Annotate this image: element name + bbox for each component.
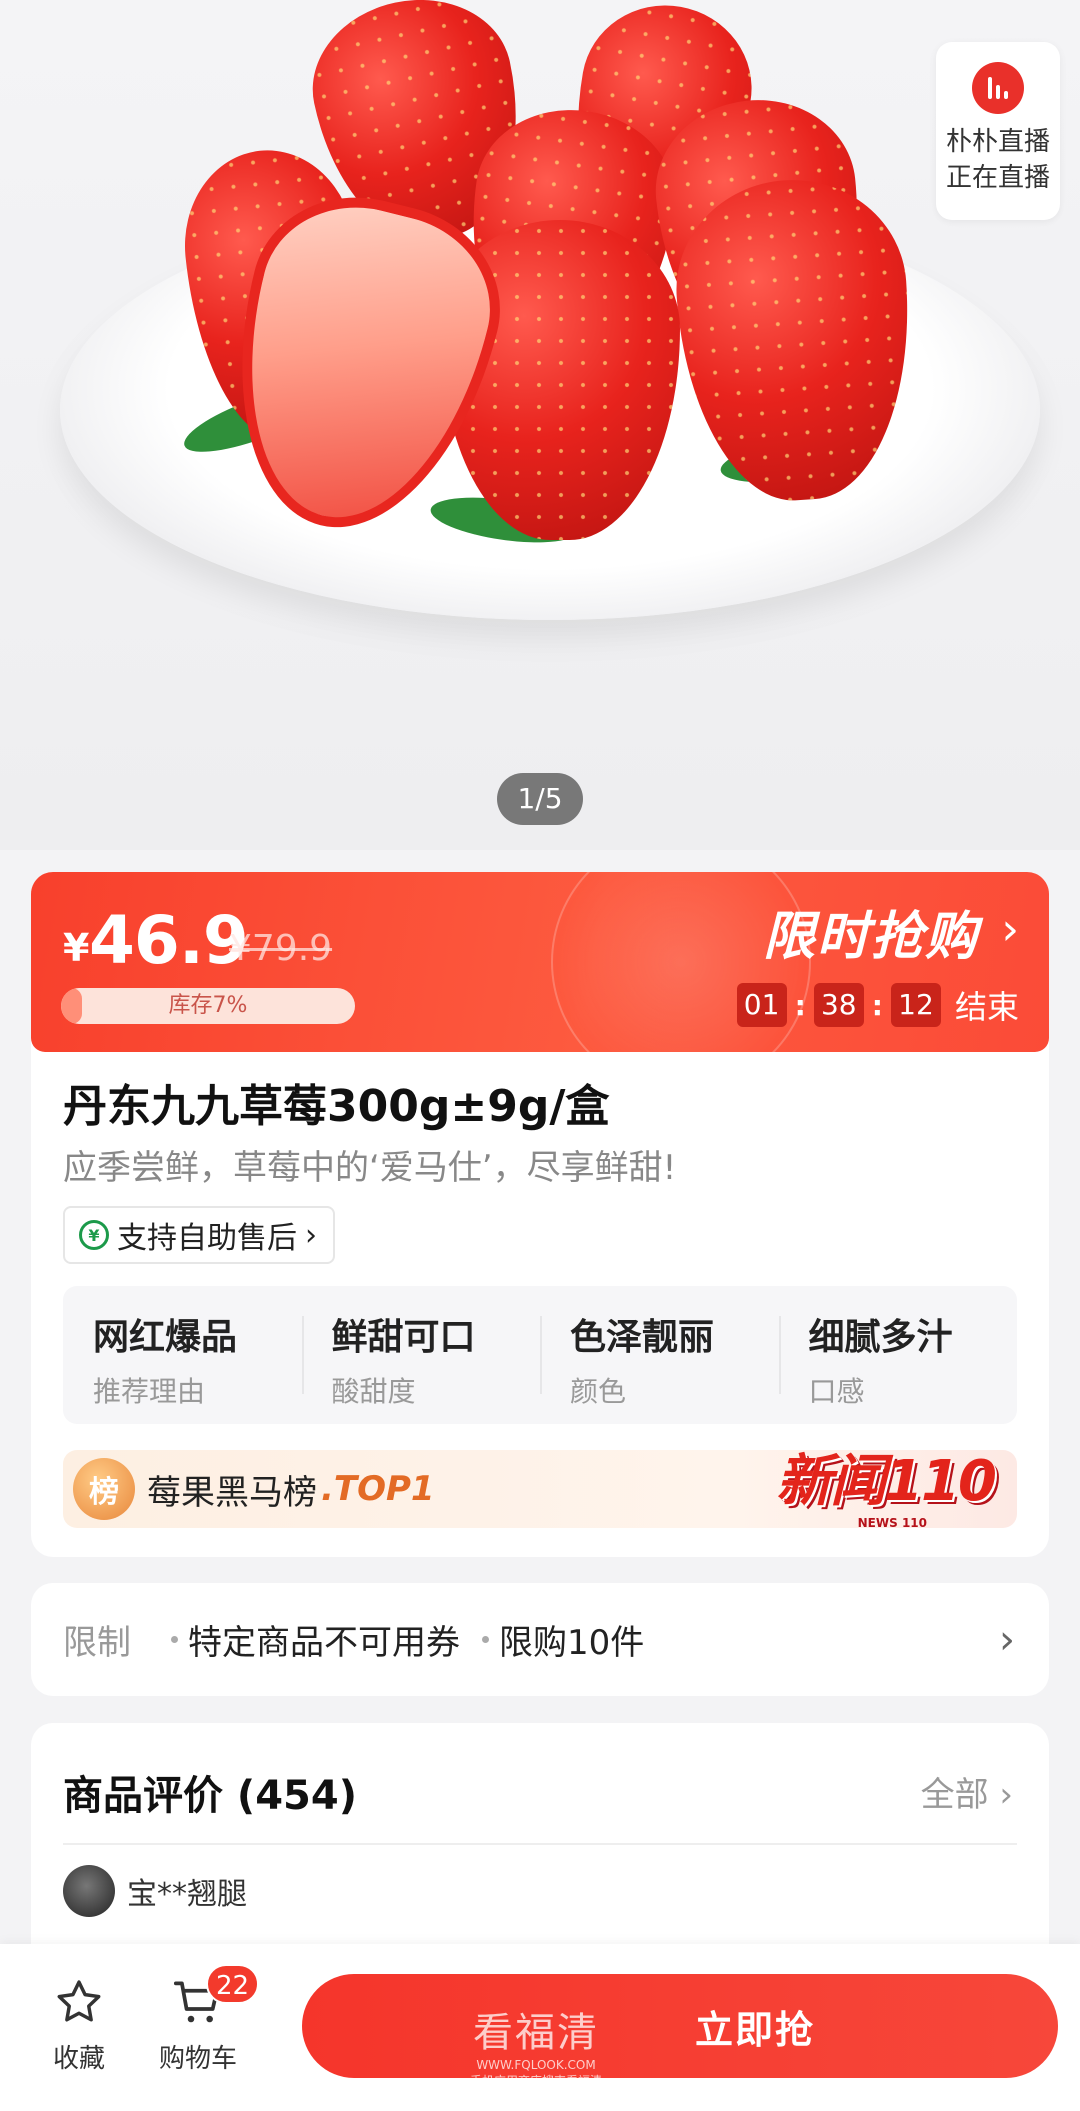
flash-sale-title: 限时抢购 — [762, 907, 979, 967]
favorite-label: 收藏 — [52, 2044, 105, 2074]
feature-item: 细腻多汁 口感 — [778, 1286, 1018, 1424]
cart-button[interactable]: 购物车 22 — [156, 1964, 260, 2075]
star-icon — [44, 1974, 114, 2030]
feature-key: 口感 — [808, 1375, 865, 1408]
bullet-dot — [482, 1636, 489, 1643]
ranking-banner[interactable]: 榜 莓果黑马榜 .TOP1 新闻110 NEWS 110 — [63, 1449, 1017, 1530]
feature-value: 色泽靓丽 — [570, 1317, 715, 1358]
sale-price: 46.9 — [89, 902, 249, 979]
live-badge-line1: 朴朴直播 — [945, 127, 1050, 157]
product-image-carousel[interactable]: 朴朴直播 正在直播 1/5 — [0, 0, 1080, 850]
feature-value: 细腻多汁 — [808, 1317, 953, 1358]
chevron-right-icon: › — [1001, 904, 1019, 955]
currency-symbol: ¥ — [63, 926, 90, 970]
buy-now-button[interactable]: 立即抢 — [302, 1974, 1058, 2078]
product-subtitle: 应季尝鲜，草莓中的‘爱马仕’，尽享鲜甜! — [63, 1148, 677, 1188]
original-price: ¥79.9 — [229, 928, 333, 969]
limit-item: 特定商品不可用券 — [188, 1623, 460, 1663]
live-badge-line2: 正在直播 — [945, 163, 1050, 193]
purchase-limits-row[interactable]: 限制 特定商品不可用券 限购10件 › — [31, 1583, 1049, 1696]
image-pager: 1/5 — [497, 773, 583, 825]
chevron-right-icon: › — [999, 1617, 1015, 1663]
favorite-button[interactable]: 收藏 — [44, 1974, 114, 2075]
after-sale-label: 支持自助售后 — [117, 1221, 297, 1256]
feature-value: 鲜甜可口 — [331, 1317, 476, 1358]
countdown-timer: 01 : 38 : 12 结束 — [736, 982, 1019, 1028]
feature-item: 鲜甜可口 酸甜度 — [301, 1286, 541, 1424]
rank-medal-icon: 榜 — [73, 1458, 135, 1520]
bottom-action-bar: 收藏 购物车 22 立即抢 — [0, 1944, 1080, 2111]
feature-key: 颜色 — [570, 1375, 627, 1408]
stock-progress-bar: 库存7% — [61, 988, 355, 1024]
timer-seconds: 12 — [890, 983, 941, 1027]
product-title: 丹东九九草莓300g±9g/盒 — [63, 1081, 610, 1132]
timer-separator: : — [871, 988, 883, 1022]
limit-item: 限购10件 — [499, 1623, 645, 1663]
feature-value: 网红爆品 — [93, 1317, 238, 1358]
bullet-dot — [171, 1636, 178, 1643]
cart-count-badge: 22 — [206, 1964, 260, 2004]
limits-label: 限制 — [63, 1623, 131, 1663]
yen-refresh-icon: ¥ — [79, 1220, 109, 1250]
timer-minutes: 38 — [813, 983, 864, 1027]
divider — [63, 1843, 1017, 1845]
cart-label: 购物车 — [158, 2044, 237, 2074]
stock-label: 库存7% — [168, 993, 248, 1018]
avatar — [63, 1865, 115, 1917]
timer-suffix: 结束 — [954, 988, 1019, 1026]
buy-now-label: 立即抢 — [694, 2007, 815, 2052]
review-username: 宝**翘腿 — [127, 1877, 247, 1912]
product-info-card: ¥ 46.9 ¥79.9 库存7% 限时抢购 › 01 : 38 : 12 结束… — [31, 872, 1049, 1557]
news110-logo-sub: NEWS 110 — [857, 1516, 927, 1530]
rank-position: .TOP1 — [321, 1469, 435, 1509]
feature-key: 推荐理由 — [93, 1375, 206, 1408]
timer-separator: : — [794, 988, 806, 1022]
reviews-title: 商品评价 (454) — [63, 1773, 357, 1819]
feature-key: 酸甜度 — [331, 1375, 416, 1408]
feature-tags: 网红爆品 推荐理由 鲜甜可口 酸甜度 色泽靓丽 颜色 细腻多汁 口感 — [63, 1286, 1017, 1424]
rank-text: 莓果黑马榜 — [147, 1472, 317, 1513]
feature-item: 网红爆品 推荐理由 — [63, 1286, 302, 1424]
reviews-all-link[interactable]: 全部 › — [921, 1767, 1013, 1816]
after-sale-button[interactable]: ¥ 支持自助售后 › — [63, 1206, 335, 1264]
feature-item: 色泽靓丽 颜色 — [540, 1286, 779, 1424]
live-icon — [972, 62, 1024, 114]
chevron-right-icon: › — [305, 1217, 317, 1253]
flash-sale-banner[interactable]: ¥ 46.9 ¥79.9 库存7% 限时抢购 › 01 : 38 : 12 结束 — [31, 872, 1049, 1052]
live-stream-badge[interactable]: 朴朴直播 正在直播 — [936, 42, 1060, 220]
timer-hours: 01 — [736, 983, 787, 1027]
news110-logo: 新闻110 — [776, 1449, 997, 1514]
review-user[interactable]: 宝**翘腿 — [63, 1865, 247, 1917]
